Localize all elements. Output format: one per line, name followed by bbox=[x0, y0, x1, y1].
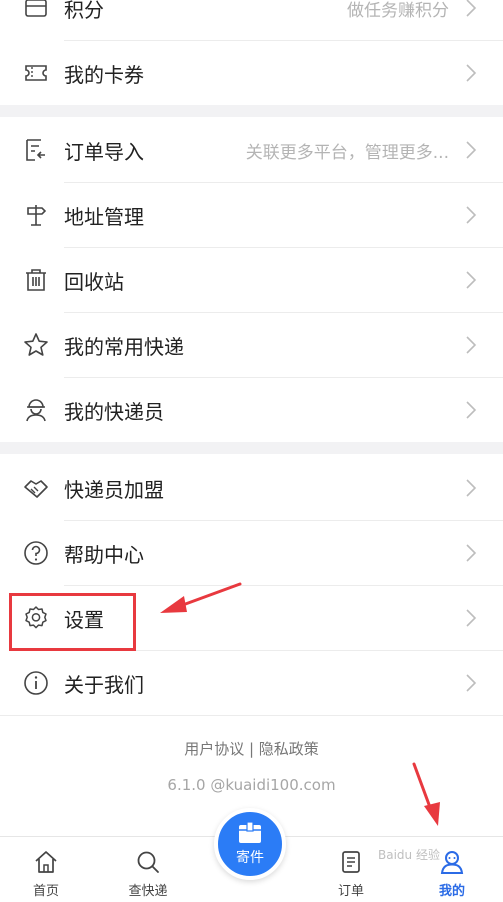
tab-label: 查快递 bbox=[128, 884, 168, 899]
menu-item-help[interactable]: 帮助中心 bbox=[0, 521, 503, 585]
package-icon bbox=[239, 821, 261, 843]
chevron-right-icon bbox=[465, 400, 477, 420]
info-circle-icon bbox=[22, 669, 50, 697]
menu-item-label: 回收站 bbox=[64, 269, 124, 294]
chevron-right-icon bbox=[465, 335, 477, 355]
order-list-icon bbox=[342, 851, 360, 873]
settings-highlight-box bbox=[9, 593, 136, 651]
handshake-icon bbox=[22, 474, 50, 502]
section-gap bbox=[0, 442, 503, 454]
section-gap bbox=[0, 105, 503, 117]
menu-item-label: 帮助中心 bbox=[64, 542, 144, 567]
menu-item-courier-join[interactable]: 快递员加盟 bbox=[0, 456, 503, 520]
tab-home[interactable]: 首页 bbox=[6, 837, 86, 902]
tab-label: 我的 bbox=[438, 884, 465, 899]
menu-item-label: 关于我们 bbox=[64, 672, 144, 697]
divider bbox=[0, 715, 503, 716]
menu-item-hint: 关联更多平台，管理更多... bbox=[245, 142, 449, 163]
chevron-right-icon bbox=[465, 673, 477, 693]
menu-item-label: 积分 bbox=[64, 0, 104, 22]
send-button-label: 寄件 bbox=[236, 850, 264, 866]
menu-item-recycle[interactable]: 回收站 bbox=[0, 248, 503, 312]
menu-item-address[interactable]: 地址管理 bbox=[0, 183, 503, 247]
watermark-text: Baidu 经验 bbox=[378, 848, 440, 862]
courier-icon bbox=[22, 396, 50, 424]
chevron-right-icon bbox=[465, 63, 477, 83]
import-icon bbox=[22, 136, 50, 164]
tab-search[interactable]: 查快递 bbox=[108, 837, 188, 902]
annotation-arrow-mine-tab bbox=[412, 762, 440, 826]
chevron-right-icon bbox=[465, 205, 477, 225]
footer-separator: | bbox=[244, 740, 259, 758]
menu-item-label: 快递员加盟 bbox=[64, 477, 164, 502]
chevron-right-icon bbox=[465, 608, 477, 628]
home-icon bbox=[35, 851, 57, 873]
chevron-right-icon bbox=[465, 543, 477, 563]
menu-item-label: 我的常用快递 bbox=[64, 334, 184, 359]
search-icon bbox=[137, 851, 159, 873]
points-icon bbox=[22, 0, 50, 22]
menu-item-label: 我的卡券 bbox=[64, 62, 144, 87]
tab-label: 首页 bbox=[32, 884, 59, 899]
tab-label: 订单 bbox=[337, 884, 364, 899]
chevron-right-icon bbox=[465, 478, 477, 498]
menu-item-cards[interactable]: 我的卡券 bbox=[0, 41, 503, 105]
menu-item-label: 我的快递员 bbox=[64, 399, 164, 424]
menu-item-about[interactable]: 关于我们 bbox=[0, 651, 503, 715]
send-package-button[interactable]: 寄件 bbox=[214, 808, 286, 880]
menu-item-common-express[interactable]: 我的常用快递 bbox=[0, 313, 503, 377]
menu-item-label: 地址管理 bbox=[64, 204, 144, 229]
chevron-right-icon bbox=[465, 140, 477, 160]
footer-links: 用户协议 | 隐私政策 bbox=[0, 738, 503, 759]
menu-item-label: 订单导入 bbox=[64, 139, 144, 164]
user-agreement-link[interactable]: 用户协议 bbox=[184, 738, 244, 759]
question-circle-icon bbox=[22, 539, 50, 567]
menu-item-order-import[interactable]: 订单导入 关联更多平台，管理更多... bbox=[0, 118, 503, 182]
annotation-arrow-settings bbox=[160, 582, 242, 613]
user-icon bbox=[440, 851, 464, 874]
menu-item-points[interactable]: 积分 做任务赚积分 bbox=[0, 0, 503, 40]
chevron-right-icon bbox=[465, 0, 477, 18]
privacy-policy-link[interactable]: 隐私政策 bbox=[259, 738, 319, 759]
ticket-icon bbox=[22, 59, 50, 87]
menu-item-hint: 做任务赚积分 bbox=[347, 0, 449, 21]
trash-icon bbox=[22, 266, 50, 294]
signpost-icon bbox=[22, 201, 50, 229]
chevron-right-icon bbox=[465, 270, 477, 290]
star-icon bbox=[22, 331, 50, 359]
menu-item-my-courier[interactable]: 我的快递员 bbox=[0, 378, 503, 442]
